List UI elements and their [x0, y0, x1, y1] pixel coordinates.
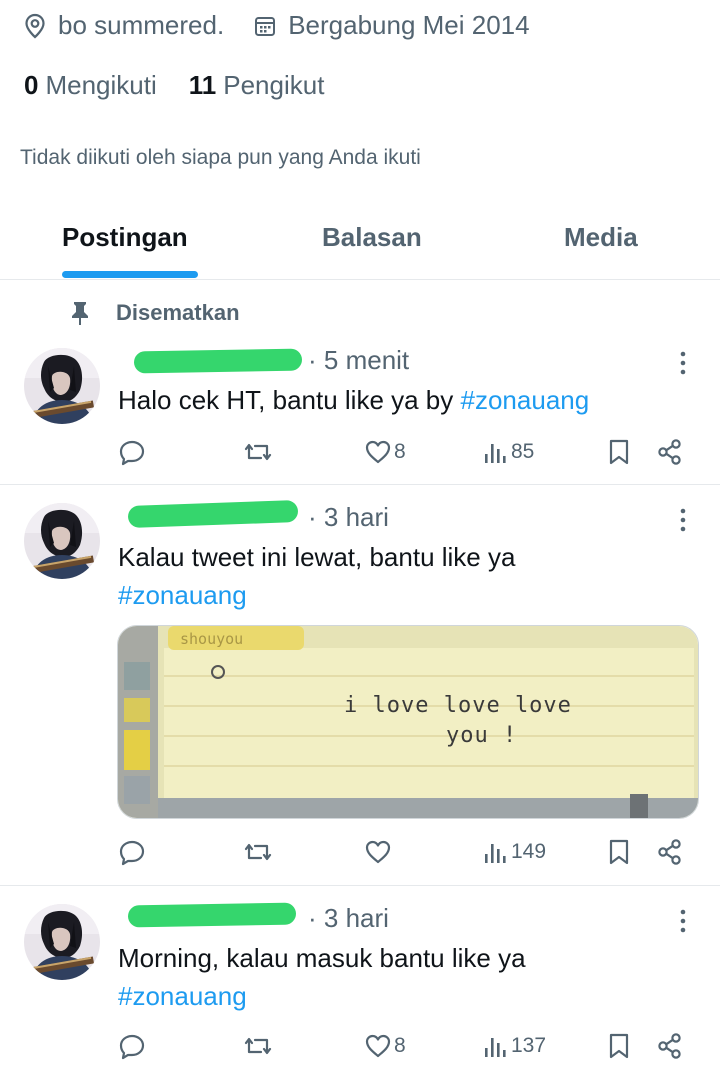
avatar[interactable]	[24, 904, 100, 980]
like-button[interactable]: 8	[364, 1026, 406, 1065]
post-actions: 8 137	[0, 1026, 720, 1065]
views-button[interactable]: 137	[483, 1026, 546, 1065]
views-chart-icon	[485, 1038, 506, 1057]
views-count: 85	[511, 440, 535, 463]
image-caption-line1: i love love love	[344, 693, 572, 718]
bookmark-button[interactable]	[607, 1026, 631, 1065]
bookmark-icon	[609, 439, 629, 465]
share-button[interactable]	[656, 432, 684, 472]
more-vertical-icon[interactable]	[674, 350, 692, 376]
nintendo-ds-screen-photo: shouyou i love love love you !	[118, 626, 698, 818]
not-followed-notice: Tidak diikuti oleh siapa pun yang Anda i…	[20, 146, 421, 169]
reply-button[interactable]	[118, 1026, 146, 1065]
hashtag-link[interactable]: #zonauang	[461, 385, 590, 415]
redacted-username	[127, 500, 299, 528]
share-icon	[658, 439, 681, 465]
heart-icon	[365, 840, 391, 864]
post-body: Halo cek HT, bantu like ya by #zonauang	[118, 380, 589, 420]
follow-stats: 0 Mengikuti 11 Pengikut	[24, 70, 324, 101]
tab-replies[interactable]: Balasan	[322, 222, 422, 253]
share-button[interactable]	[656, 1026, 684, 1065]
followers-link[interactable]: 11 Pengikut	[189, 70, 325, 101]
reply-icon	[119, 440, 145, 466]
avatar[interactable]	[24, 348, 100, 424]
tab-posts[interactable]: Postingan	[62, 222, 188, 253]
share-icon	[658, 1033, 681, 1059]
post-time: 3 hari	[323, 502, 389, 532]
post-time: 3 hari	[323, 903, 389, 933]
pin-icon	[72, 302, 88, 325]
like-count: 8	[394, 1034, 406, 1057]
reply-button[interactable]	[118, 832, 146, 872]
redacted-username	[133, 348, 303, 374]
following-label: Mengikuti	[45, 70, 157, 100]
views-count: 137	[511, 1034, 547, 1057]
like-count: 8	[394, 440, 406, 463]
pinned-label: Disematkan	[70, 300, 240, 326]
avatar[interactable]	[24, 503, 100, 579]
bookmark-icon	[609, 1033, 629, 1059]
like-button[interactable]	[364, 832, 394, 872]
repost-button[interactable]	[243, 432, 273, 472]
repost-icon	[244, 843, 272, 861]
heart-icon	[365, 440, 391, 464]
post-text: Morning, kalau masuk bantu like ya	[118, 943, 526, 973]
heart-icon	[365, 1034, 391, 1058]
bookmark-icon	[609, 839, 629, 865]
reply-icon	[119, 1034, 145, 1060]
profile-tabs: Postingan Balasan Media	[0, 200, 720, 280]
location-pin-icon	[25, 13, 45, 38]
post-timestamp[interactable]: · 3 hari	[308, 502, 389, 533]
bookmark-button[interactable]	[607, 432, 631, 472]
post-timestamp[interactable]: · 5 menit	[308, 345, 409, 376]
views-chart-icon	[485, 444, 506, 463]
views-chart-icon	[485, 844, 506, 863]
redacted-username	[127, 902, 297, 928]
more-vertical-icon[interactable]	[674, 908, 692, 934]
share-icon	[658, 839, 681, 865]
location-text: bo summered.	[58, 10, 225, 40]
followers-count: 11	[188, 70, 217, 100]
following-link[interactable]: 0 Mengikuti	[24, 70, 157, 101]
repost-button[interactable]	[243, 832, 273, 872]
followers-label: Pengikut	[223, 70, 325, 100]
post-actions: 149	[0, 832, 720, 872]
post-actions: 8 85	[0, 432, 720, 472]
post-text: Halo cek HT, bantu like ya by	[118, 385, 454, 415]
post-timestamp[interactable]: · 3 hari	[308, 903, 389, 934]
following-count: 0	[24, 70, 39, 100]
post-divider	[0, 484, 720, 485]
reply-button[interactable]	[118, 432, 146, 472]
image-tab-text: shouyou	[180, 630, 243, 648]
profile-location: bo summered.	[24, 10, 224, 41]
active-tab-indicator	[62, 271, 198, 278]
post-divider	[0, 885, 720, 886]
views-count: 149	[511, 840, 547, 863]
repost-icon	[244, 443, 272, 461]
bookmark-button[interactable]	[607, 832, 631, 872]
pinned-text: Disematkan	[116, 300, 240, 325]
repost-button[interactable]	[243, 1026, 273, 1065]
views-button[interactable]: 149	[483, 832, 546, 872]
share-button[interactable]	[656, 832, 684, 872]
repost-icon	[244, 1037, 272, 1055]
profile-meta: bo summered. Bergabung Mei 2014	[24, 10, 530, 41]
profile-joined: Bergabung Mei 2014	[254, 10, 530, 41]
joined-text: Bergabung Mei 2014	[288, 10, 530, 40]
hashtag-link[interactable]: #zonauang	[118, 575, 247, 615]
post-text: Kalau tweet ini lewat, bantu like ya	[118, 542, 516, 572]
reply-icon	[119, 840, 145, 866]
calendar-icon	[255, 16, 276, 36]
post-image[interactable]: shouyou i love love love you !	[117, 625, 699, 819]
tab-media[interactable]: Media	[564, 222, 638, 253]
image-caption-line2: you !	[446, 723, 517, 748]
post-time: 5 menit	[323, 345, 410, 375]
views-button[interactable]: 85	[483, 432, 534, 472]
hashtag-link[interactable]: #zonauang	[118, 976, 247, 1016]
more-vertical-icon[interactable]	[674, 507, 692, 533]
like-button[interactable]: 8	[364, 432, 406, 472]
